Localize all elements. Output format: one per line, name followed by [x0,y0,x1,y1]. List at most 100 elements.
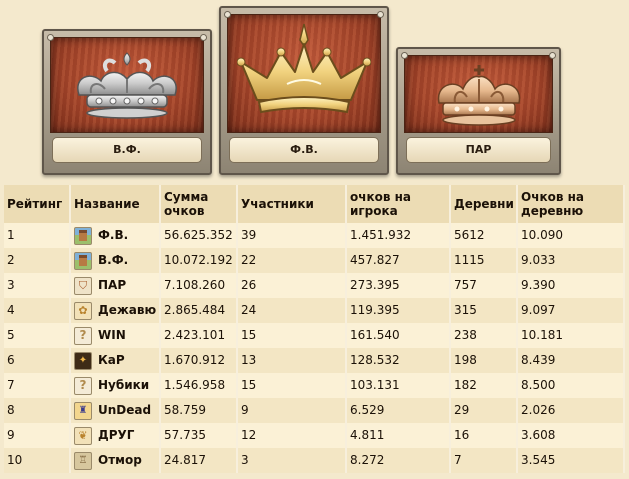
per-player-cell: 103.131 [346,373,451,398]
column-header-name[interactable]: Название [70,185,161,223]
members-cell: 9 [237,398,347,423]
tribe-link[interactable]: В.Ф. [98,248,128,273]
rank-cell: 7 [4,373,71,398]
villages-cell: 1115 [450,248,518,273]
villages-cell: 16 [450,423,518,448]
per-player-cell: 119.395 [346,298,451,323]
rank-cell: 10 [4,448,71,473]
dark-emblem-icon: ✦ [74,351,92,370]
tribe-link[interactable]: Дежавю [98,298,156,323]
village-icon [74,226,92,245]
name-cell: ? Нубики [70,373,161,398]
per-village-cell: 9.097 [517,298,625,323]
table-row: 10 ♖ Отмор 24.817 3 8.272 7 3.545 [4,448,625,473]
tribe-link[interactable]: Нубики [98,373,149,398]
gold-crown-icon [221,22,387,122]
column-header-per-player[interactable]: очков на игрока [346,185,451,223]
total-cell: 58.759 [160,398,238,423]
per-player-cell: 128.532 [346,348,451,373]
podium-first-place[interactable]: Ф.В. [219,6,389,175]
table-row: 6 ✦ КаР 1.670.912 13 128.532 198 8.439 [4,348,625,373]
podium-name-third[interactable]: ПАР [406,137,551,163]
village-icon [74,251,92,270]
tribe-link[interactable]: ПАР [98,273,126,298]
villages-cell: 757 [450,273,518,298]
members-cell: 15 [237,373,347,398]
podium-name-second[interactable]: В.Ф. [52,137,202,163]
members-cell: 22 [237,248,347,273]
total-cell: 7.108.260 [160,273,238,298]
name-cell: В.Ф. [70,248,161,273]
tribe-link[interactable]: WIN [98,323,126,348]
column-header-rank[interactable]: Рейтинг [4,185,71,223]
members-cell: 12 [237,423,347,448]
name-cell: ⛉ ПАР [70,273,161,298]
total-cell: 1.546.958 [160,373,238,398]
per-village-cell: 10.090 [517,223,625,248]
fortress-icon: ♖ [74,451,92,470]
per-player-cell: 273.395 [346,273,451,298]
name-cell: ? WIN [70,323,161,348]
members-cell: 24 [237,298,347,323]
per-player-cell: 161.540 [346,323,451,348]
question-icon: ? [74,376,92,395]
table-header-row: Рейтинг Название Сумма очков Участники о… [4,185,625,223]
crest-icon: ♜ [74,401,92,420]
tribe-link[interactable]: КаР [98,348,125,373]
per-player-cell: 6.529 [346,398,451,423]
emblem-icon: ❦ [74,426,92,445]
tribe-link[interactable]: Отмор [98,448,142,473]
per-village-cell: 9.033 [517,248,625,273]
rank-cell: 3 [4,273,71,298]
podium-name-first[interactable]: Ф.В. [229,137,379,163]
tribe-link[interactable]: ДРУГ [98,423,134,448]
table-row: 8 ♜ UnDead 58.759 9 6.529 29 2.026 [4,398,625,423]
name-cell: Ф.В. [70,223,161,248]
per-player-cell: 457.827 [346,248,451,273]
villages-cell: 5612 [450,223,518,248]
total-cell: 57.735 [160,423,238,448]
villages-cell: 238 [450,323,518,348]
table-row: 3 ⛉ ПАР 7.108.260 26 273.395 757 9.390 [4,273,625,298]
table-row: 9 ❦ ДРУГ 57.735 12 4.811 16 3.608 [4,423,625,448]
members-cell: 26 [237,273,347,298]
column-header-members[interactable]: Участники [237,185,347,223]
name-cell: ✦ КаР [70,348,161,373]
per-player-cell: 8.272 [346,448,451,473]
total-cell: 56.625.352 [160,223,238,248]
rank-cell: 6 [4,348,71,373]
name-cell: ✿ Дежавю [70,298,161,323]
tribe-link[interactable]: Ф.В. [98,223,128,248]
per-village-cell: 8.500 [517,373,625,398]
per-player-cell: 4.811 [346,423,451,448]
bronze-crown-icon [398,63,559,129]
silver-crown-icon [44,49,210,125]
podium-second-place[interactable]: В.Ф. [42,29,212,175]
total-cell: 1.670.912 [160,348,238,373]
rank-cell: 5 [4,323,71,348]
podium-third-place[interactable]: ПАР [396,47,561,175]
tribe-link[interactable]: UnDead [98,398,151,423]
rank-cell: 1 [4,223,71,248]
per-village-cell: 9.390 [517,273,625,298]
villages-cell: 182 [450,373,518,398]
villages-cell: 315 [450,298,518,323]
rank-cell: 4 [4,298,71,323]
table-row: 7 ? Нубики 1.546.958 15 103.131 182 8.500 [4,373,625,398]
per-village-cell: 2.026 [517,398,625,423]
members-cell: 3 [237,448,347,473]
per-village-cell: 10.181 [517,323,625,348]
per-village-cell: 3.545 [517,448,625,473]
column-header-total[interactable]: Сумма очков [160,185,238,223]
rank-cell: 9 [4,423,71,448]
name-cell: ♜ UnDead [70,398,161,423]
column-header-per-village[interactable]: Очков на деревню [517,185,625,223]
table-row: 1 Ф.В. 56.625.352 39 1.451.932 5612 10.0… [4,223,625,248]
column-header-villages[interactable]: Деревни [450,185,518,223]
members-cell: 15 [237,323,347,348]
shield-icon: ⛉ [74,276,92,295]
total-cell: 10.072.192 [160,248,238,273]
total-cell: 24.817 [160,448,238,473]
table-row: 2 В.Ф. 10.072.192 22 457.827 1115 9.033 [4,248,625,273]
name-cell: ♖ Отмор [70,448,161,473]
